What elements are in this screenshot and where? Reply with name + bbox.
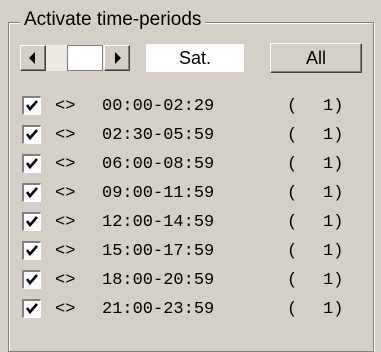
- period-open-paren: (: [287, 97, 298, 116]
- scroll-thumb[interactable]: [67, 45, 103, 71]
- period-range: 09:00-11:59: [102, 184, 215, 203]
- day-scrollbar[interactable]: [20, 45, 130, 71]
- checkmark-icon: [25, 274, 38, 286]
- checkmark-icon: [25, 100, 38, 112]
- period-row: <> 18:00-20:59 (1): [0, 270, 381, 290]
- period-open-paren: (: [287, 271, 298, 290]
- period-count: 1): [323, 213, 344, 232]
- period-row: <> 00:00-02:29 (1): [0, 96, 381, 116]
- period-checkbox[interactable]: [22, 212, 41, 231]
- period-marker: <>: [55, 300, 76, 319]
- checkmark-icon: [25, 129, 38, 141]
- period-row: <> 15:00-17:59 (1): [0, 241, 381, 261]
- period-row: <> 09:00-11:59 (1): [0, 183, 381, 203]
- checkmark-icon: [25, 245, 38, 257]
- period-range: 02:30-05:59: [102, 126, 215, 145]
- day-display: Sat.: [146, 44, 244, 72]
- period-marker: <>: [55, 242, 76, 261]
- period-checkbox[interactable]: [22, 299, 41, 318]
- scroll-right-button[interactable]: [104, 45, 130, 71]
- period-marker: <>: [55, 213, 76, 232]
- period-open-paren: (: [287, 242, 298, 261]
- period-open-paren: (: [287, 300, 298, 319]
- period-row: <> 02:30-05:59 (1): [0, 125, 381, 145]
- period-range: 00:00-02:29: [102, 97, 215, 116]
- checkmark-icon: [25, 216, 38, 228]
- period-open-paren: (: [287, 184, 298, 203]
- period-row: <> 06:00-08:59 (1): [0, 154, 381, 174]
- period-range: 15:00-17:59: [102, 242, 215, 261]
- period-row: <> 21:00-23:59 (1): [0, 299, 381, 319]
- period-count: 1): [323, 155, 344, 174]
- period-checkbox[interactable]: [22, 125, 41, 144]
- arrow-left-icon: [29, 52, 35, 64]
- group-title: Activate time-periods: [20, 9, 206, 31]
- checkmark-icon: [25, 303, 38, 315]
- period-marker: <>: [55, 126, 76, 145]
- arrow-right-icon: [115, 52, 121, 64]
- period-marker: <>: [55, 184, 76, 203]
- period-open-paren: (: [287, 155, 298, 174]
- period-range: 18:00-20:59: [102, 271, 215, 290]
- period-marker: <>: [55, 271, 76, 290]
- period-row: <> 12:00-14:59 (1): [0, 212, 381, 232]
- all-button[interactable]: All: [270, 43, 362, 73]
- scroll-left-button[interactable]: [20, 45, 46, 71]
- period-checkbox[interactable]: [22, 241, 41, 260]
- period-checkbox[interactable]: [22, 154, 41, 173]
- period-range: 21:00-23:59: [102, 300, 215, 319]
- period-range: 12:00-14:59: [102, 213, 215, 232]
- period-count: 1): [323, 242, 344, 261]
- period-range: 06:00-08:59: [102, 155, 215, 174]
- period-count: 1): [323, 126, 344, 145]
- period-open-paren: (: [287, 126, 298, 145]
- period-checkbox[interactable]: [22, 96, 41, 115]
- checkmark-icon: [25, 158, 38, 170]
- period-count: 1): [323, 300, 344, 319]
- period-count: 1): [323, 271, 344, 290]
- period-marker: <>: [55, 97, 76, 116]
- period-marker: <>: [55, 155, 76, 174]
- period-checkbox[interactable]: [22, 270, 41, 289]
- period-open-paren: (: [287, 213, 298, 232]
- period-count: 1): [323, 97, 344, 116]
- checkmark-icon: [25, 187, 38, 199]
- period-checkbox[interactable]: [22, 183, 41, 202]
- period-count: 1): [323, 184, 344, 203]
